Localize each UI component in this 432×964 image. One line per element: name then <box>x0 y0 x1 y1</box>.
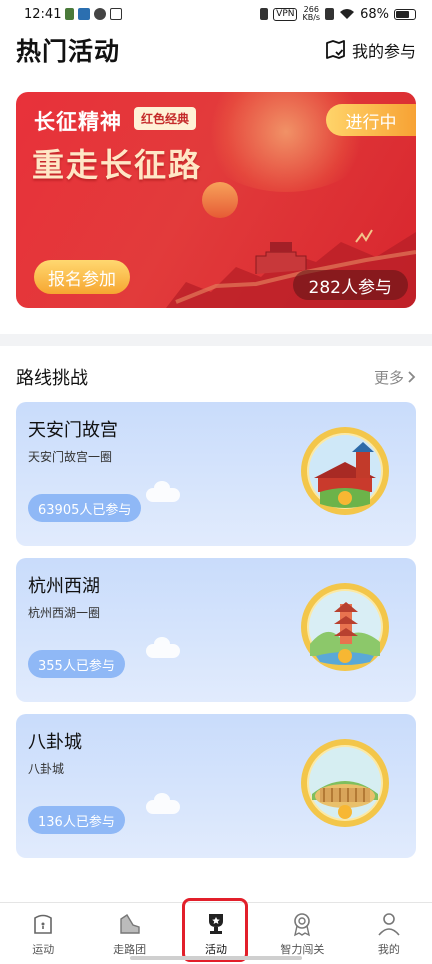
route-count: 63905人已参与 <box>28 494 142 522</box>
home-indicator[interactable] <box>130 956 302 960</box>
vibrate-icon <box>260 8 269 20</box>
link-icon <box>94 8 107 20</box>
cloud-decoration <box>146 637 180 658</box>
banner-title: 重走长征路 <box>32 146 203 184</box>
my-join-button[interactable]: 我的参与 <box>324 38 416 62</box>
route-count: 136人已参与 <box>28 806 125 834</box>
shoe-icon <box>119 913 140 934</box>
status-time: 12:41 <box>24 6 62 22</box>
medal-ribbon-icon <box>294 912 311 936</box>
activity-banner[interactable]: 长征精神 红色经典 重走长征路 进行中 报名参加 282人参与 <box>16 92 416 308</box>
nav-item-mine[interactable]: 我的 <box>346 903 432 964</box>
wifi-icon <box>340 9 355 19</box>
no-sim-icon <box>325 8 335 20</box>
bagua-city-medal-icon <box>301 739 389 827</box>
top-panel: 12:41 VPN 266 KB/s 68% 热门活动 我的参与 长征精神 红色… <box>0 0 432 334</box>
status-badge: 进行中 <box>326 104 416 136</box>
more-link[interactable]: 更多 <box>374 367 416 388</box>
banner-tag: 红色经典 <box>134 107 197 130</box>
vpn-badge: VPN <box>273 7 298 21</box>
route-card[interactable]: 天安门故宫 天安门故宫一圈 63905人已参与 <box>16 402 416 546</box>
route-title: 天安门故宫 <box>28 420 118 441</box>
route-title: 杭州西湖 <box>28 576 100 597</box>
speed-unit: KB/s <box>302 13 321 22</box>
route-desc: 天安门故宫一圈 <box>28 450 113 464</box>
route-card[interactable]: 杭州西湖 杭州西湖一圈 355人已参与 <box>16 558 416 702</box>
cloud-decoration <box>146 793 180 814</box>
route-card[interactable]: 八卦城 八卦城 136人已参与 <box>16 714 416 858</box>
nav-label-mine: 我的 <box>377 942 400 956</box>
nav-label-walking-group: 走路团 <box>113 942 147 956</box>
cloud-decoration <box>146 481 180 502</box>
more-label: 更多 <box>373 368 404 387</box>
my-join-label: 我的参与 <box>351 42 416 61</box>
nav-item-activity[interactable]: 活动 <box>173 903 259 964</box>
trophy-icon <box>209 913 224 934</box>
bottom-nav: 运动 走路团 活动 智力闯关 我的 <box>0 902 432 964</box>
sport-icon <box>34 914 53 934</box>
header: 热门活动 我的参与 <box>0 30 432 70</box>
page-title: 热门活动 <box>16 37 121 66</box>
pagoda-medal-icon <box>301 583 389 671</box>
section-header: 路线挑战 更多 <box>0 362 432 392</box>
status-bar: 12:41 VPN 266 KB/s 68% <box>0 0 432 28</box>
route-desc: 八卦城 <box>28 762 65 776</box>
user-icon <box>378 912 400 936</box>
route-count: 355人已参与 <box>28 650 125 678</box>
nav-item-puzzle[interactable]: 智力闯关 <box>259 903 345 964</box>
route-desc: 杭州西湖一圈 <box>28 606 101 620</box>
nav-label-sport: 运动 <box>32 942 55 956</box>
route-title: 八卦城 <box>28 732 82 753</box>
nav-label-puzzle: 智力闯关 <box>280 942 325 956</box>
section-title: 路线挑战 <box>16 368 88 389</box>
gallery-icon <box>110 8 123 20</box>
nav-item-walking-group[interactable]: 走路团 <box>86 903 172 964</box>
participant-count: 282人参与 <box>292 270 408 300</box>
chevron-right-icon <box>408 371 416 383</box>
network-speed: 266 KB/s <box>302 6 320 22</box>
nav-label-activity: 活动 <box>205 942 228 956</box>
tiananmen-medal-icon <box>301 427 389 515</box>
banner-subtitle: 长征精神 <box>34 110 122 134</box>
join-button[interactable]: 报名参加 <box>34 260 130 294</box>
battery-icon <box>394 8 416 20</box>
route-challenge-section: 路线挑战 更多 天安门故宫 天安门故宫一圈 63905人已参与 杭州西湖 杭州西… <box>0 346 432 902</box>
notification-icon <box>65 8 75 20</box>
app-icon <box>78 8 91 20</box>
nav-item-sport[interactable]: 运动 <box>0 903 86 964</box>
battery-text: 68% <box>360 6 389 22</box>
map-check-icon <box>326 40 345 59</box>
